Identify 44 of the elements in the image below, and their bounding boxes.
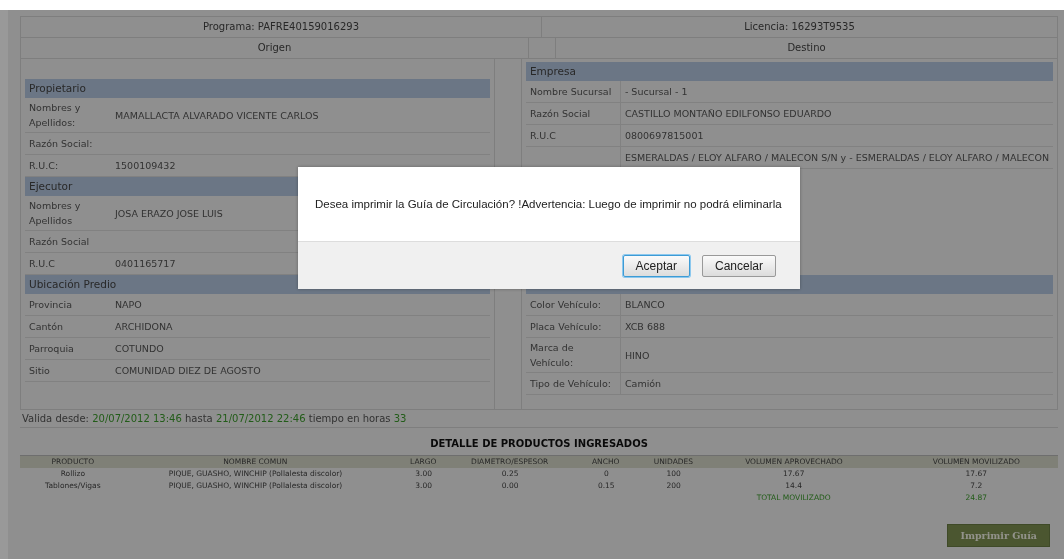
field-label: Parroquia: [29, 343, 74, 354]
field-value: 1500109432: [115, 160, 176, 171]
field-label: Tipo de Vehículo:: [529, 377, 611, 391]
section-header: Propietario: [25, 79, 490, 98]
field-label: Placa Vehículo:: [529, 320, 602, 334]
field-label: Razón Social: [529, 107, 591, 121]
field-label: Nombres y Apellidos:: [29, 102, 81, 128]
field-label: Razón Social: [29, 236, 90, 247]
field-label: Nombre Sucursal: [529, 85, 612, 99]
validity-text: Valida desde: 20/07/2012 13:46 hasta 21/07/2012 22:46 tiempo en horas 33: [20, 410, 1058, 428]
field-value: JOSA ERAZO JOSE LUIS: [115, 207, 223, 219]
dialog-button[interactable]: Aceptar: [622, 254, 690, 277]
field-label: R.U.C:: [29, 160, 59, 171]
field-value: XCB 688: [624, 321, 666, 332]
field-value: COMUNIDAD DIEZ DE AGOSTO: [115, 365, 261, 376]
field-label: Color Vehículo:: [529, 298, 601, 312]
destination-heading: Destino: [555, 38, 1057, 58]
products-title: DETALLE DE PRODUCTOS INGRESADOS: [429, 438, 649, 449]
field-value: CASTILLO MONTAÑO EDILFONSO EDUARDO: [624, 108, 832, 119]
field-label: R.U.C: [29, 258, 55, 269]
field-label: Nombres y Apellidos: [29, 200, 81, 226]
license-number: Licencia: 16293T9535: [743, 20, 856, 34]
field-value: - Sucursal - 1: [624, 86, 688, 97]
field-value: ARCHIDONA: [115, 321, 173, 332]
field-label: Sitio: [29, 365, 50, 376]
dialog-button[interactable]: Cancelar: [701, 254, 776, 277]
field-label: R.U.C: [529, 129, 556, 143]
origin-heading: Origen: [21, 38, 529, 58]
section-header: Empresa: [525, 62, 1053, 81]
field-label: Razón Social:: [29, 138, 93, 149]
field-value: COTUNDO: [115, 343, 164, 354]
field-value: ESMERALDAS / ELOY ALFARO / MALECON S/N y - ESMERALDAS / ELOY ALFARO / MALECON: [624, 152, 1049, 163]
field-label: Cantón: [29, 321, 64, 332]
field-value: NAPO: [115, 299, 142, 310]
field-value: MAMALLACTA ALVARADO VICENTE CARLOS: [115, 109, 319, 121]
field-value: Camión: [624, 378, 662, 389]
field-label: Provincia: [29, 299, 73, 310]
field-label: Marca de Vehículo:: [529, 341, 575, 370]
field-value: BLANCO: [624, 299, 665, 310]
field-value: 0800697815001: [624, 130, 704, 141]
field-value: 0401165717: [115, 258, 176, 269]
program-number: Programa: PAFRE40159016293: [21, 17, 542, 37]
field-value: HINO: [624, 349, 650, 361]
dialog-message: Desea imprimir la Guía de Circulación? !Advertencia: Luego de imprimir no podrá eliminarla: [315, 198, 782, 210]
